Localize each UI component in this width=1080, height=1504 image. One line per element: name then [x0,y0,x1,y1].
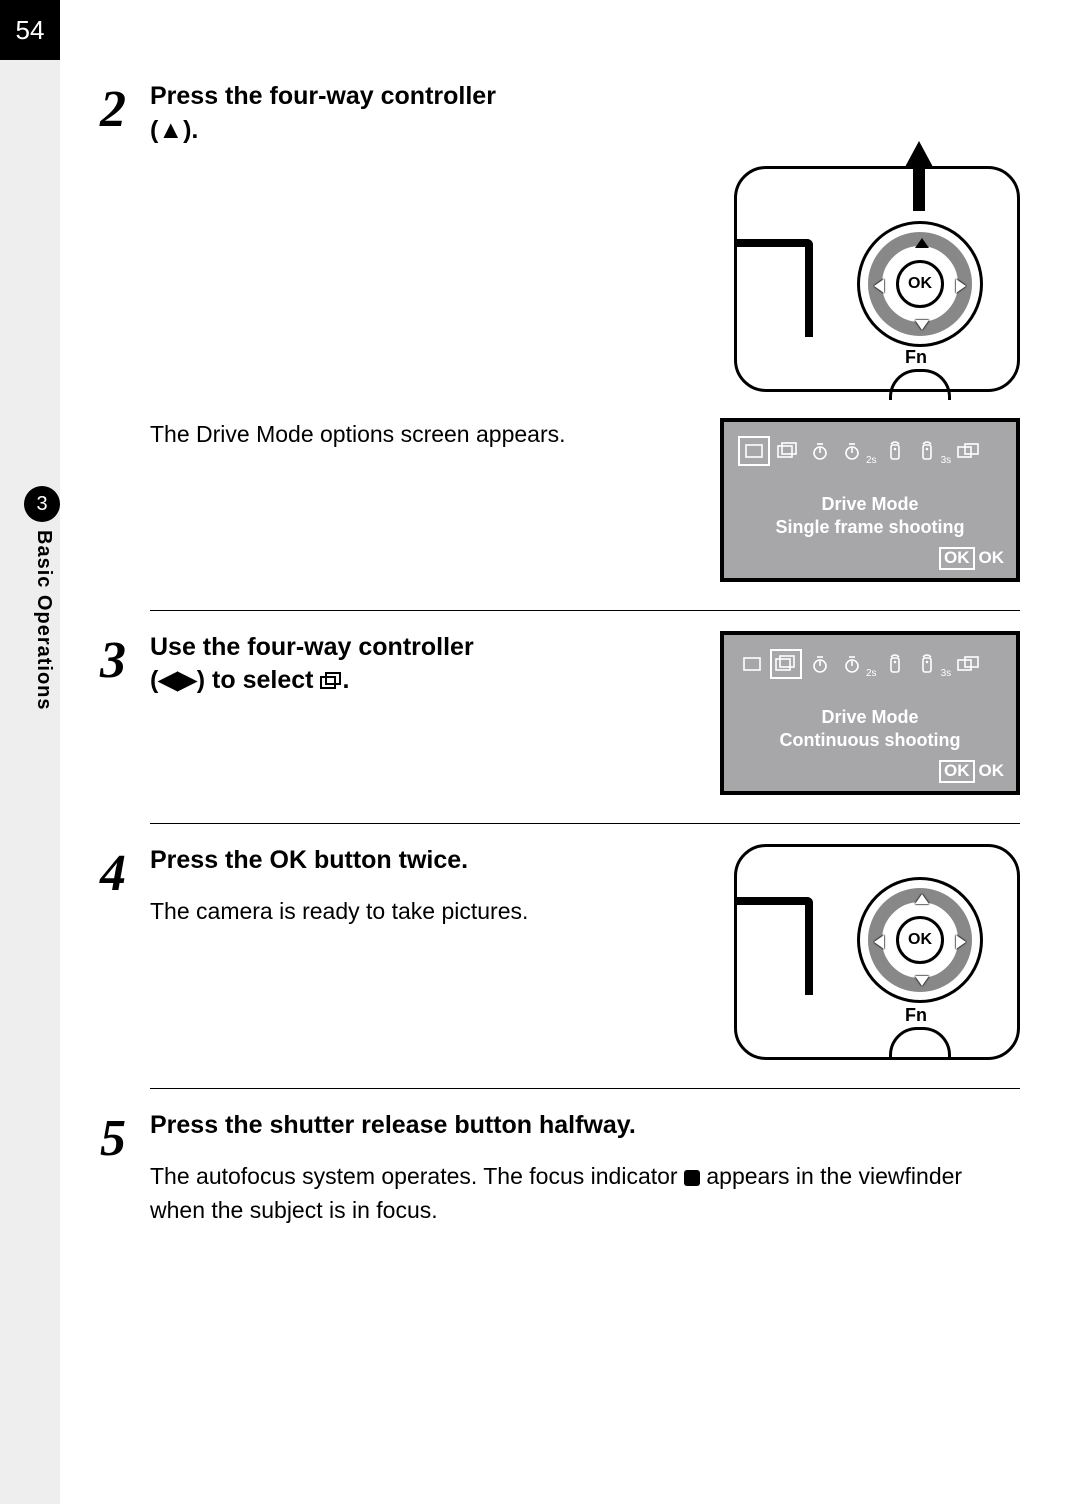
step-2-title: Press the four-way controller (▲). [150,80,1020,148]
ok-button-icon: OK [896,260,944,308]
step-5-desc-a: The autofocus system operates. The focus… [150,1163,684,1189]
sub-3s: 3s [941,668,952,679]
step-2: 2 Press the four-way controller (▲). OK [100,80,1020,631]
remote-icon [881,651,909,677]
step-4-title-a: Press the [150,846,270,874]
sub-3s: 3s [941,455,952,466]
lcd-edge-icon [735,239,813,337]
step-4-description: The camera is ready to take pictures. [150,895,706,928]
continuous-shooting-icon [320,666,342,700]
drive-mode-screen-continuous: 2s 3s Drive Mode Continuous shooting OKO… [720,631,1020,795]
step-5-description: The autofocus system operates. The focus… [150,1160,1020,1227]
sub-2s: 2s [866,668,877,679]
step-4-title: Press the OK button twice. [150,844,706,878]
content-area: 2 Press the four-way controller (▲). OK [100,80,1020,1227]
camera-back-illustration: OK Fn [734,844,1020,1060]
self-timer-2s-icon [838,438,866,464]
single-frame-icon [738,436,770,466]
drive-mode-icon-row: 2s 3s [738,436,1002,466]
four-way-controller-icon: OK [857,877,983,1003]
step-number: 2 [100,80,150,631]
fn-button-icon [889,1027,951,1058]
page-number: 54 [0,0,60,60]
lcd-subtitle: Single frame shooting [738,517,1002,538]
step-3-title: Use the four-way controller (◀▶) to sele… [150,631,692,701]
chapter-number-badge: 3 [24,486,60,522]
sub-2s: 2s [866,455,877,466]
ok-button-icon: OK [896,916,944,964]
lcd-title: Drive Mode [738,707,1002,728]
step-3: 3 Use the four-way controller (◀▶) to se… [100,631,1020,844]
lcd-title: Drive Mode [738,494,1002,515]
manual-page: 54 3 Basic Operations 2 Press the four-w… [0,0,1080,1504]
step-2-title-line2: (▲). [150,116,198,144]
four-way-controller-icon: OK [857,221,983,347]
step-number: 4 [100,844,150,1109]
remote-icon [881,438,909,464]
step-number: 3 [100,631,150,844]
step-4-title-b: button twice. [307,846,468,874]
fn-label: Fn [905,1005,927,1026]
drive-mode-icon-row: 2s 3s [738,649,1002,679]
fn-label: Fn [905,347,927,368]
step-3-title-line1: Use the four-way controller [150,633,474,661]
remote-3s-icon [913,651,941,677]
remote-3s-icon [913,438,941,464]
lcd-subtitle: Continuous shooting [738,730,1002,751]
up-arrow-icon [905,141,933,167]
fn-button-icon [889,369,951,400]
step-3-title-line2: (◀▶) to select [150,666,320,694]
continuous-icon [774,438,802,464]
side-gutter [0,60,60,1504]
ok-confirm: OKOK [939,760,1004,783]
step-5: 5 Press the shutter release button halfw… [100,1109,1020,1227]
step-2-title-line1: Press the four-way controller [150,82,496,110]
focus-indicator-icon [684,1170,700,1186]
drive-mode-screen-single: 2s 3s Drive Mode Single frame shooting O… [720,418,1020,582]
step-number: 5 [100,1109,150,1227]
self-timer-12s-icon [806,438,834,464]
bracket-icon [955,651,983,677]
divider [150,823,1020,824]
ok-confirm: OKOK [939,547,1004,570]
lcd-edge-icon [735,897,813,995]
ok-glyph: OK [270,846,308,874]
divider [150,610,1020,611]
self-timer-2s-icon [838,651,866,677]
camera-back-illustration: OK Fn [734,166,1020,392]
divider [150,1088,1020,1089]
step-5-title: Press the shutter release button halfway… [150,1109,1020,1143]
chapter-title: Basic Operations [32,530,55,711]
single-frame-icon [738,651,766,677]
step-2-description: The Drive Mode options screen appears. [150,418,692,451]
continuous-icon [770,649,802,679]
bracket-icon [955,438,983,464]
self-timer-12s-icon [806,651,834,677]
step-4: 4 Press the OK button twice. The camera … [100,844,1020,1109]
